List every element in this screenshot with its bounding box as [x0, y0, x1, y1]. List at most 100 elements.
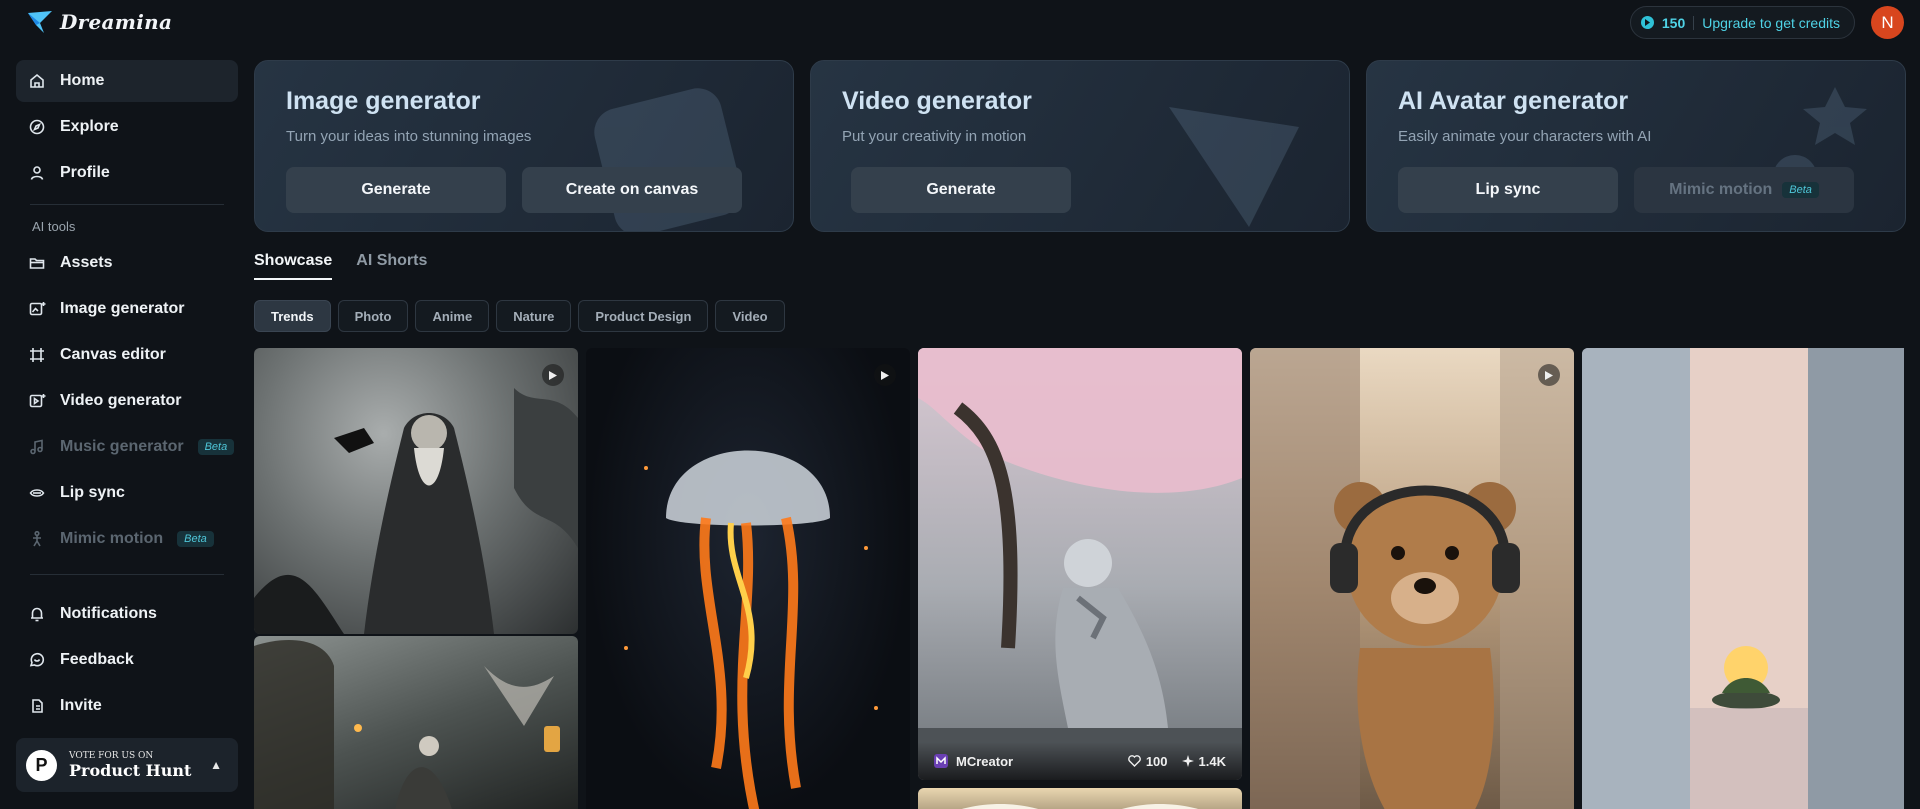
chip-trends[interactable]: Trends: [254, 300, 331, 332]
card-subtitle: Turn your ideas into stunning images: [286, 128, 532, 145]
product-hunt-caption: VOTE FOR US ON: [69, 750, 154, 761]
chip-nature[interactable]: Nature: [496, 300, 572, 332]
use-count: 1.4K: [1198, 753, 1226, 769]
beta-badge: Beta: [197, 439, 235, 455]
sidebar-item-profile[interactable]: Profile: [16, 152, 238, 194]
creator-avatar-icon: [934, 754, 948, 768]
upgrade-link[interactable]: Upgrade to get credits: [1702, 15, 1840, 31]
robot-blossom-image: [918, 348, 1242, 780]
sidebar-item-image-generator[interactable]: Image generator: [16, 288, 238, 330]
sidebar-item-label: Music generator: [60, 438, 184, 455]
sparkle-icon[interactable]: [1181, 755, 1194, 767]
card-title: AI Avatar generator: [1398, 87, 1629, 115]
lip-sync-icon: [29, 489, 45, 497]
like-count: 100: [1145, 753, 1168, 769]
chip-video[interactable]: Video: [715, 300, 785, 332]
gallery-tile[interactable]: [918, 788, 1242, 809]
product-hunt-logo-icon: P: [26, 749, 57, 781]
lip-sync-button[interactable]: Lip sync: [1398, 167, 1618, 213]
credit-icon: [1640, 16, 1654, 29]
sidebar-item-explore[interactable]: Explore: [16, 106, 238, 148]
video-generate-button[interactable]: Generate: [851, 167, 1071, 213]
app-name: Dreamina: [60, 10, 173, 34]
folder-icon: [29, 258, 45, 269]
creator-name[interactable]: MCreator: [956, 754, 1013, 769]
gallery-tile[interactable]: [1250, 348, 1574, 809]
card-title: Video generator: [842, 87, 1032, 115]
upvote-arrow-icon: ▲: [210, 758, 222, 772]
sidebar-section-label: AI tools: [32, 219, 76, 234]
heart-icon[interactable]: [1128, 755, 1141, 767]
app-logo[interactable]: Dreamina: [26, 6, 172, 38]
video-generator-card: Video generator Put your creativity in m…: [810, 60, 1350, 232]
sidebar-item-label: Image generator: [60, 300, 185, 317]
user-avatar[interactable]: N: [1871, 6, 1904, 39]
tab-showcase[interactable]: Showcase: [254, 252, 333, 280]
card-subtitle: Put your creativity in motion: [842, 128, 1027, 145]
image-generator-card: Image generator Turn your ideas into stu…: [254, 60, 794, 232]
mimic-motion-button[interactable]: Mimic motion Beta: [1634, 167, 1854, 213]
sidebar-item-label: Home: [60, 72, 105, 89]
chip-anime[interactable]: Anime: [415, 300, 490, 332]
sidebar-item-mimic-motion[interactable]: Mimic motion Beta: [16, 518, 238, 560]
sidebar-item-label: Lip sync: [60, 484, 125, 501]
sidebar-item-lip-sync[interactable]: Lip sync: [16, 472, 238, 514]
sidebar-item-assets[interactable]: Assets: [16, 242, 238, 284]
gallery-tile[interactable]: [586, 348, 910, 809]
user-icon: [30, 166, 44, 180]
create-on-canvas-button[interactable]: Create on canvas: [522, 167, 742, 213]
sidebar-item-label: Feedback: [60, 651, 134, 668]
beta-badge: Beta: [1782, 182, 1819, 198]
invite-icon: [32, 699, 43, 713]
beta-badge: Beta: [177, 531, 214, 547]
sidebar-divider: [30, 204, 224, 205]
chip-product-design[interactable]: Product Design: [578, 300, 709, 332]
gallery-tile[interactable]: [1582, 348, 1904, 809]
home-icon: [30, 73, 44, 88]
sidebar-item-invite[interactable]: Invite: [16, 685, 238, 727]
product-hunt-title: Product Hunt: [69, 760, 192, 780]
sidebar-item-label: Notifications: [60, 605, 157, 622]
music-icon: [30, 439, 43, 455]
compass-icon: [29, 119, 45, 135]
sunset-island-image: [1582, 348, 1904, 809]
card-subtitle: Easily animate your characters with AI: [1398, 128, 1652, 145]
gallery-tile[interactable]: [254, 636, 578, 809]
credit-divider: [1693, 15, 1695, 30]
product-hunt-card[interactable]: P VOTE FOR US ON Product Hunt ▲: [16, 738, 238, 792]
image-generate-button[interactable]: Generate: [286, 167, 506, 213]
button-label: Mimic motion: [1669, 181, 1773, 198]
tab-ai-shorts[interactable]: AI Shorts: [356, 252, 427, 280]
play-icon[interactable]: [874, 364, 896, 386]
sidebar-item-canvas-editor[interactable]: Canvas editor: [16, 334, 238, 376]
gallery-tile-featured[interactable]: MCreator 100 1.4K: [918, 348, 1242, 780]
fire-jellyfish-image: [624, 450, 878, 809]
ai-avatar-generator-card: AI Avatar generator Easily animate your …: [1366, 60, 1906, 232]
dreamina-logo-icon: [28, 11, 52, 33]
sidebar-item-feedback[interactable]: Feedback: [16, 639, 238, 681]
bell-icon: [31, 607, 43, 622]
sidebar-divider: [30, 574, 224, 575]
sidebar-item-label: Explore: [60, 118, 119, 135]
motion-icon: [33, 530, 41, 547]
sidebar-item-label: Canvas editor: [60, 346, 166, 363]
gallery-tile[interactable]: [254, 348, 578, 634]
video-plus-icon: [29, 394, 46, 408]
sidebar: Home Explore Profile AI tools Assets Ima…: [16, 60, 238, 731]
play-icon[interactable]: [1538, 364, 1560, 386]
chip-photo[interactable]: Photo: [337, 300, 409, 332]
image-plus-icon: [29, 302, 46, 316]
sidebar-item-label: Assets: [60, 254, 113, 271]
canvas-icon: [30, 348, 44, 362]
sidebar-item-label: Mimic motion: [60, 530, 164, 547]
sidebar-item-video-generator[interactable]: Video generator: [16, 380, 238, 422]
raven-figure-image: [254, 388, 578, 634]
sidebar-item-home[interactable]: Home: [16, 60, 238, 102]
sidebar-item-music-generator[interactable]: Music generator Beta: [16, 426, 238, 468]
wings-image: [962, 804, 1198, 809]
category-filters: Trends Photo Anime Nature Product Design…: [254, 300, 785, 332]
sidebar-item-label: Profile: [60, 164, 110, 181]
sidebar-item-notifications[interactable]: Notifications: [16, 593, 238, 635]
credits-pill[interactable]: 150 Upgrade to get credits: [1629, 6, 1855, 39]
play-icon[interactable]: [542, 364, 564, 386]
